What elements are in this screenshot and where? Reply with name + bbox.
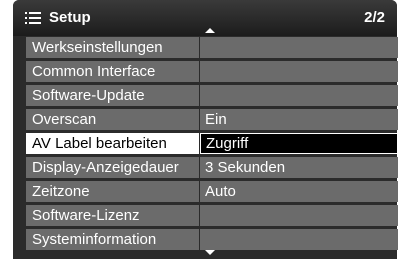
menu-item-value	[200, 37, 398, 58]
menu-item-software-update[interactable]: Software-Update	[26, 85, 398, 106]
page-indicator: 2/2	[364, 9, 385, 26]
menu-item-value: Zugriff	[200, 133, 398, 154]
menu-item-overscan[interactable]: Overscan Ein	[26, 109, 398, 130]
menu-item-value	[200, 229, 398, 250]
menu-header: Setup 2/2	[13, 0, 397, 36]
menu-item-value	[200, 85, 398, 106]
menu-item-zeitzone[interactable]: Zeitzone Auto	[26, 181, 398, 202]
menu-item-av-label-bearbeiten[interactable]: AV Label bearbeiten Zugriff	[26, 133, 398, 154]
menu-item-value	[200, 61, 398, 82]
menu-item-label: Werkseinstellungen	[26, 37, 199, 58]
scroll-down-arrow-icon[interactable]	[205, 250, 215, 255]
menu-item-software-lizenz[interactable]: Software-Lizenz	[26, 205, 398, 226]
menu-item-value: Ein	[200, 109, 398, 130]
menu-item-value: 3 Sekunden	[200, 157, 398, 178]
menu-item-value	[200, 205, 398, 226]
scroll-up-arrow-icon[interactable]	[205, 28, 215, 33]
menu-item-label: Common Interface	[26, 61, 199, 82]
menu-item-common-interface[interactable]: Common Interface	[26, 61, 398, 82]
menu-item-label: Zeitzone	[26, 181, 199, 202]
menu-item-label: Software-Update	[26, 85, 199, 106]
menu-item-werkseinstellungen[interactable]: Werkseinstellungen	[26, 37, 398, 58]
menu-item-display-anzeigedauer[interactable]: Display-Anzeigedauer 3 Sekunden	[26, 157, 398, 178]
setup-menu-panel: Setup 2/2 Werkseinstellungen Common Inte…	[13, 0, 398, 259]
menu-title: Setup	[49, 9, 91, 26]
menu-item-systeminformation[interactable]: Systeminformation	[26, 229, 398, 250]
menu-item-label: AV Label bearbeiten	[26, 133, 199, 154]
menu-item-label: Overscan	[26, 109, 199, 130]
menu-item-label: Display-Anzeigedauer	[26, 157, 199, 178]
menu-list-icon	[25, 12, 41, 24]
menu-item-label: Systeminformation	[26, 229, 199, 250]
menu-item-label: Software-Lizenz	[26, 205, 199, 226]
menu-item-value: Auto	[200, 181, 398, 202]
